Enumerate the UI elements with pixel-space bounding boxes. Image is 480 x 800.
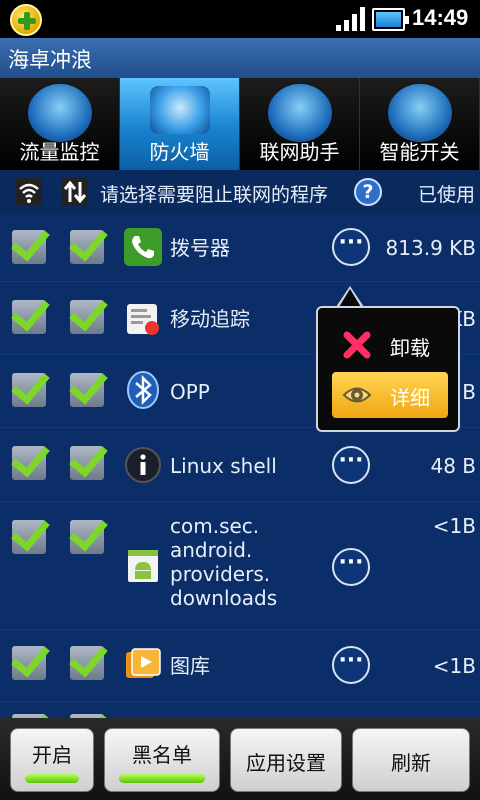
status-time: 14:49 (412, 5, 469, 30)
refresh-label: 刷新 (391, 751, 431, 775)
download-provider-icon (128, 550, 158, 582)
mobile-tracker-icon (127, 304, 159, 335)
network-assistant-icon (268, 84, 332, 142)
list-item: 拨号器 ··· 813.9 KB (0, 214, 480, 282)
eye-icon (342, 387, 372, 403)
usage-size: <1B (432, 514, 476, 538)
help-icon[interactable]: ? (354, 178, 382, 206)
uninstall-menu-item[interactable]: 卸载 (332, 322, 448, 368)
app-name: 图库 (170, 654, 210, 678)
context-menu: 卸载 详细 (316, 306, 460, 432)
app-name-line: providers. (170, 562, 271, 586)
details-menu-item[interactable]: 详细 (332, 372, 448, 418)
firewall-icon (150, 86, 210, 134)
wifi-checkbox[interactable] (12, 446, 46, 480)
mobile-data-checkbox[interactable] (70, 446, 104, 480)
wifi-icon (16, 178, 42, 206)
used-column-label: 已使用 (418, 184, 476, 206)
list-item: 图库 ··· <1B (0, 630, 480, 702)
tab-label: 联网助手 (259, 140, 340, 164)
blacklist-indicator (119, 774, 205, 783)
instruction-text: 请选择需要阻止联网的程序 (100, 184, 329, 206)
list-item (0, 702, 480, 718)
details-label: 详细 (390, 386, 430, 410)
app-settings-button[interactable]: 应用设置 (230, 728, 342, 792)
wifi-checkbox[interactable] (12, 373, 46, 407)
smart-switch-icon (388, 84, 452, 142)
wifi-checkbox[interactable] (12, 300, 46, 334)
uninstall-label: 卸载 (390, 336, 430, 360)
mobile-data-checkbox[interactable] (70, 373, 104, 407)
app-settings-label: 应用设置 (246, 751, 326, 775)
app-list[interactable]: 拨号器 ··· 813.9 KB 移动追踪 KB OPP B Linux she… (0, 214, 480, 718)
app-name: 移动追踪 (170, 307, 250, 331)
app-name: com.sec. android. providers. downloads (170, 514, 277, 610)
tab-network-assistant[interactable]: 联网助手 (240, 78, 360, 170)
mobile-data-checkbox[interactable] (70, 646, 104, 680)
list-header: 请选择需要阻止联网的程序 ? 已使用 (0, 170, 480, 214)
list-item: com.sec. android. providers. downloads ·… (0, 502, 480, 630)
data-transfer-icon (62, 178, 88, 206)
app-notification-icon (10, 4, 42, 36)
app-name: Linux shell (170, 454, 277, 478)
info-icon (125, 447, 161, 483)
tab-label: 防火墙 (149, 140, 210, 164)
usage-size: 48 B (430, 454, 476, 478)
more-options-button[interactable]: ··· (332, 548, 370, 586)
enable-label: 开启 (32, 743, 72, 767)
wifi-checkbox[interactable] (12, 520, 46, 554)
status-bar: 14:49 (0, 0, 480, 38)
blacklist-label: 黑名单 (132, 743, 192, 767)
refresh-button[interactable]: 刷新 (352, 728, 470, 792)
mobile-data-checkbox[interactable] (70, 300, 104, 334)
tab-label: 流量监控 (19, 140, 100, 164)
blacklist-button[interactable]: 黑名单 (104, 728, 220, 792)
phone-dialer-icon (124, 228, 162, 266)
enable-button[interactable]: 开启 (10, 728, 94, 792)
more-options-button[interactable]: ··· (332, 446, 370, 484)
more-options-button[interactable]: ··· (332, 228, 370, 266)
traffic-monitor-icon (28, 84, 92, 142)
wifi-checkbox[interactable] (12, 230, 46, 264)
app-name: OPP (170, 380, 210, 404)
bottom-action-bar: 开启 黑名单 应用设置 刷新 (0, 718, 480, 800)
close-icon (343, 331, 371, 359)
usage-size: <1B (432, 654, 476, 678)
enabled-indicator (25, 774, 79, 783)
app-name-line: com.sec. (170, 514, 260, 538)
app-name: 拨号器 (170, 236, 230, 260)
tab-bar: 流量监控 防火墙 联网助手 智能开关 (0, 78, 480, 170)
tab-label: 智能开关 (379, 140, 460, 164)
app-name-line: downloads (170, 586, 278, 610)
signal-strength-icon (336, 7, 366, 31)
usage-size: B (462, 380, 476, 404)
mobile-data-checkbox[interactable] (70, 230, 104, 264)
mobile-data-checkbox[interactable] (70, 520, 104, 554)
usage-size: 813.9 KB (385, 236, 476, 260)
popup-pointer (336, 286, 364, 307)
tab-firewall[interactable]: 防火墙 (120, 78, 240, 170)
wifi-checkbox[interactable] (12, 646, 46, 680)
battery-icon (372, 8, 409, 31)
tab-smart-switch[interactable]: 智能开关 (360, 78, 480, 170)
bluetooth-icon (127, 371, 159, 409)
app-name-line: android. (170, 538, 253, 562)
app-title: 海卓冲浪 (0, 38, 480, 78)
list-item: Linux shell ··· 48 B (0, 428, 480, 502)
tab-traffic-monitor[interactable]: 流量监控 (0, 78, 120, 170)
gallery-icon (126, 648, 161, 678)
more-options-button[interactable]: ··· (332, 646, 370, 684)
